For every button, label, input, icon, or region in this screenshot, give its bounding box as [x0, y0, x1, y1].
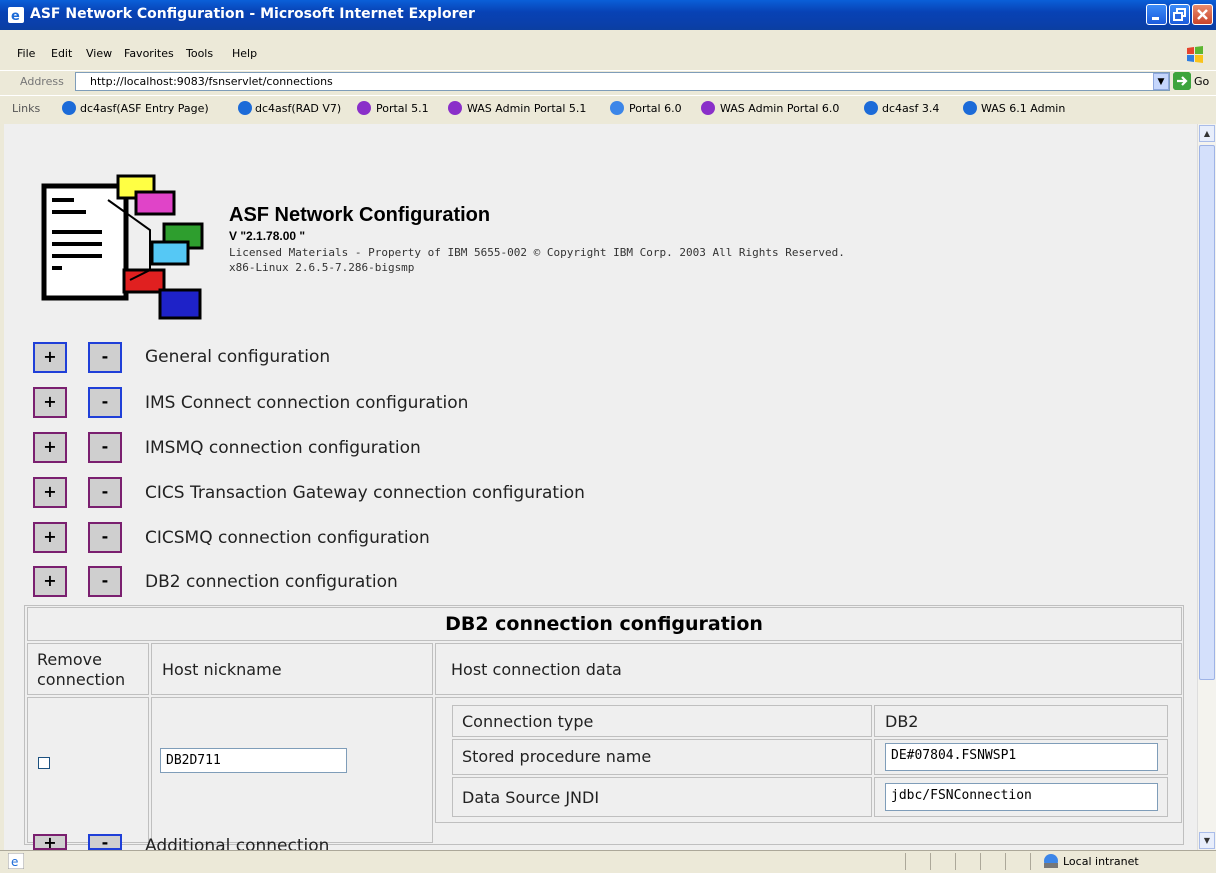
ie-page-icon: [62, 101, 76, 115]
svg-text:e: e: [11, 9, 20, 23]
links-label: Links: [12, 102, 41, 115]
section-additional-clip: Additional connection: [145, 834, 329, 850]
restore-icon: [1173, 8, 1186, 21]
minimize-button[interactable]: [1146, 4, 1167, 25]
link-was-admin-60[interactable]: WAS Admin Portal 6.0: [720, 102, 839, 115]
section-additional-label: Additional connection: [145, 836, 330, 850]
status-divider: [980, 853, 981, 870]
link-was-admin-51[interactable]: WAS Admin Portal 5.1: [467, 102, 586, 115]
status-divider: [1005, 853, 1006, 870]
section-general-label: General configuration: [145, 347, 331, 367]
scroll-thumb[interactable]: [1199, 145, 1215, 680]
address-label: Address: [20, 75, 64, 88]
remove-header-line2: connection: [37, 670, 126, 689]
link-dc4asf-rad[interactable]: dc4asf(RAD V7): [255, 102, 341, 115]
link-was-61-admin[interactable]: WAS 6.1 Admin: [981, 102, 1065, 115]
db2-panel-title: DB2 connection configuration: [445, 613, 763, 635]
link-dc4asf-entry[interactable]: dc4asf(ASF Entry Page): [80, 102, 209, 115]
minimize-icon: [1152, 17, 1159, 20]
chevron-down-icon: ▼: [1157, 77, 1165, 87]
chevron-up-icon: ▲: [1203, 129, 1211, 138]
menu-edit[interactable]: Edit: [51, 47, 72, 60]
link-portal-51[interactable]: Portal 5.1: [376, 102, 429, 115]
stored-procedure-input[interactable]: DE#07804.FSNWSP1: [885, 743, 1158, 771]
scroll-up-button[interactable]: ▲: [1199, 125, 1215, 142]
close-button[interactable]: [1192, 4, 1213, 25]
go-arrow-icon[interactable]: [1173, 72, 1191, 90]
remove-cell: [27, 697, 149, 843]
expand-db2-button[interactable]: +: [33, 566, 67, 597]
portal-globe-icon: [357, 101, 371, 115]
local-intranet-icon: [1044, 854, 1058, 868]
expand-cicsmq-button[interactable]: +: [33, 522, 67, 553]
collapse-general-button[interactable]: -: [88, 342, 122, 373]
status-divider: [905, 853, 906, 870]
remove-header-line1: Remove: [37, 650, 102, 669]
svg-text:e: e: [11, 855, 18, 869]
menu-tools[interactable]: Tools: [186, 47, 213, 60]
window-title: ASF Network Configuration - Microsoft In…: [30, 6, 475, 22]
collapse-additional-button[interactable]: -: [88, 834, 122, 850]
remove-connection-checkbox[interactable]: [38, 757, 50, 769]
page-title: ASF Network Configuration: [229, 204, 491, 226]
section-ctg-label: CICS Transaction Gateway connection conf…: [145, 483, 585, 503]
conn-type-value: DB2: [885, 712, 919, 731]
section-cicsmq-label: CICSMQ connection configuration: [145, 528, 430, 548]
status-divider: [955, 853, 956, 870]
ie-page-icon: [238, 101, 252, 115]
address-url[interactable]: http://localhost:9083/fsnservlet/connect…: [90, 75, 333, 88]
page-status-icon: e: [8, 853, 24, 869]
collapse-cicsmq-button[interactable]: -: [88, 522, 122, 553]
status-divider: [1030, 853, 1031, 870]
globe-icon: [610, 101, 624, 115]
expand-imsmq-button[interactable]: +: [33, 432, 67, 463]
menu-view[interactable]: View: [86, 47, 112, 60]
link-portal-60[interactable]: Portal 6.0: [629, 102, 682, 115]
data-header: Host connection data: [451, 660, 622, 679]
ie-page-icon: [864, 101, 878, 115]
menu-help[interactable]: Help: [232, 47, 257, 60]
asf-logo-icon: [41, 174, 204, 320]
chevron-down-icon: ▼: [1203, 836, 1211, 845]
os-text: x86-Linux 2.6.5-7.286-bigsmp: [229, 261, 415, 274]
ie-icon: e: [8, 7, 24, 23]
title-bar: e ASF Network Configuration - Microsoft …: [0, 0, 1216, 30]
status-divider: [930, 853, 931, 870]
collapse-ctg-button[interactable]: -: [88, 477, 122, 508]
portal-globe-icon: [448, 101, 462, 115]
link-dc4asf-34[interactable]: dc4asf 3.4: [882, 102, 939, 115]
windows-logo-icon: [1187, 46, 1203, 63]
portal-globe-icon: [701, 101, 715, 115]
expand-ims-connect-button[interactable]: +: [33, 387, 67, 418]
address-dropdown-button[interactable]: ▼: [1153, 73, 1169, 90]
zone-label: Local intranet: [1063, 855, 1139, 868]
stored-procedure-label: Stored procedure name: [462, 747, 652, 766]
menu-favorites[interactable]: Favorites: [124, 47, 174, 60]
scroll-down-button[interactable]: ▼: [1199, 832, 1215, 849]
section-db2-label: DB2 connection configuration: [145, 572, 398, 592]
nickname-header: Host nickname: [162, 660, 282, 679]
status-bar: [0, 850, 1216, 873]
collapse-ims-connect-button[interactable]: -: [88, 387, 122, 418]
license-text: Licensed Materials - Property of IBM 565…: [229, 246, 845, 259]
jndi-label: Data Source JNDI: [462, 788, 600, 807]
version-text: V "2.1.78.00 ": [229, 229, 306, 243]
host-nickname-input[interactable]: DB2D711: [160, 748, 347, 773]
jndi-input[interactable]: jdbc/FSNConnection: [885, 783, 1158, 811]
maximize-button[interactable]: [1169, 4, 1190, 25]
expand-general-button[interactable]: +: [33, 342, 67, 373]
section-imsmq-label: IMSMQ connection configuration: [145, 438, 421, 458]
close-icon: [1197, 9, 1208, 20]
menu-bar: [0, 43, 1216, 65]
collapse-imsmq-button[interactable]: -: [88, 432, 122, 463]
menu-file[interactable]: File: [17, 47, 35, 60]
collapse-db2-button[interactable]: -: [88, 566, 122, 597]
go-button-label[interactable]: Go: [1194, 75, 1209, 88]
expand-additional-button[interactable]: +: [33, 834, 67, 850]
ie-page-icon: [963, 101, 977, 115]
conn-type-label: Connection type: [462, 712, 594, 731]
expand-ctg-button[interactable]: +: [33, 477, 67, 508]
section-ims-connect-label: IMS Connect connection configuration: [145, 393, 469, 413]
